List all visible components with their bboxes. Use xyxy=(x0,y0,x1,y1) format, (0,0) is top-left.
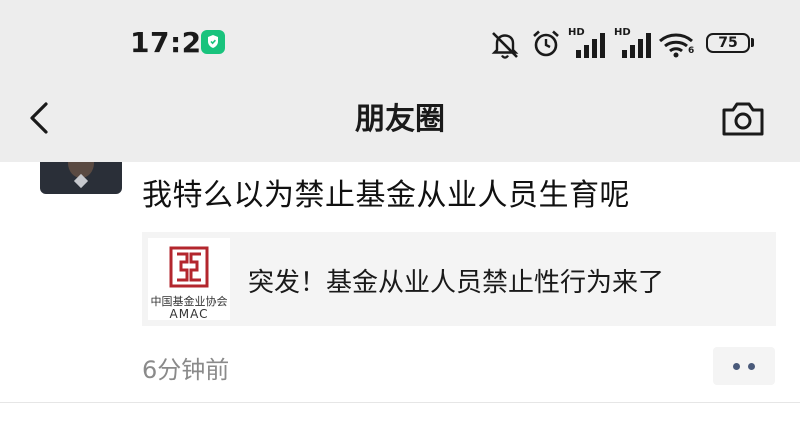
signal-icon xyxy=(622,33,651,58)
page-title: 朋友圈 xyxy=(355,102,445,137)
link-thumbnail: 中国基金业协会 AMAC xyxy=(148,238,230,320)
amac-logo-icon xyxy=(169,246,209,288)
nav-bar: 朋友圈 xyxy=(0,90,800,162)
more-options-button[interactable] xyxy=(713,347,775,385)
more-dots-icon xyxy=(733,363,740,370)
battery-icon: 75 xyxy=(706,33,750,53)
divider xyxy=(0,402,800,403)
camera-button[interactable] xyxy=(718,96,768,140)
post-text: 我特么以为禁止基金从业人员生育呢 xyxy=(142,178,630,213)
more-dots-icon xyxy=(748,363,755,370)
status-icons: HD HD 6 xyxy=(0,24,800,64)
post-timestamp: 6分钟前 xyxy=(142,356,230,384)
avatar[interactable] xyxy=(40,162,122,194)
camera-icon xyxy=(722,102,764,136)
battery-tip xyxy=(751,38,754,47)
status-bar: 17:21 HD HD 6 75 xyxy=(0,0,800,90)
logo-caption-en: AMAC xyxy=(169,307,209,320)
wifi-label: 6 xyxy=(688,46,695,56)
signal-icon xyxy=(576,33,605,58)
link-title: 突发！基金从业人员禁止性行为来了 xyxy=(248,268,665,298)
alarm-icon xyxy=(533,30,559,57)
top-header: 17:21 HD HD 6 75 朋友圈 xyxy=(0,0,800,162)
shared-link-card[interactable]: 中国基金业协会 AMAC 突发！基金从业人员禁止性行为来了 xyxy=(142,232,776,326)
mute-icon xyxy=(491,32,519,59)
